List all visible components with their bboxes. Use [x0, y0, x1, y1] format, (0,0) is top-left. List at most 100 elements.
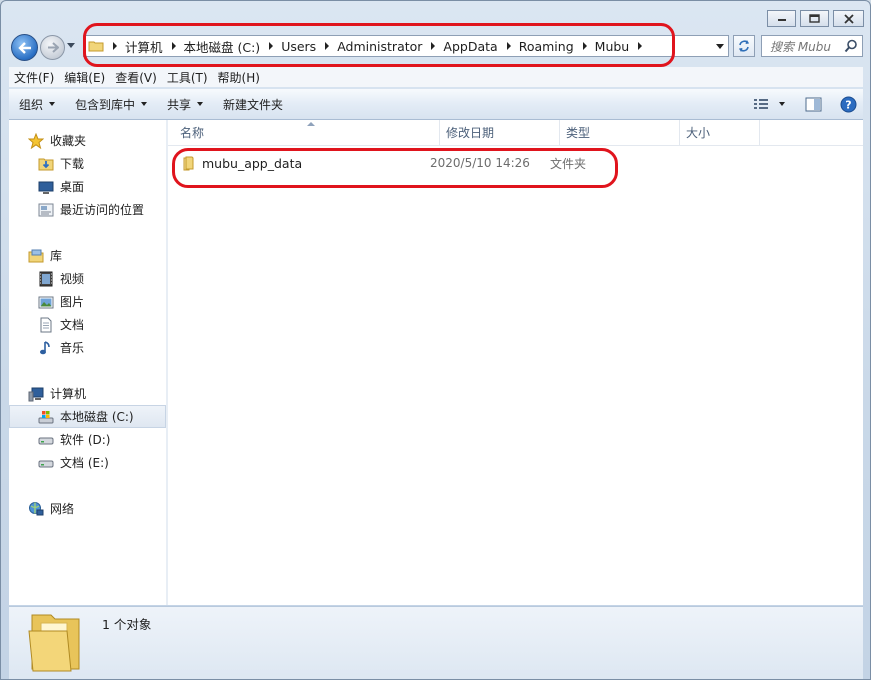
breadcrumb-item[interactable]: Administrator — [316, 36, 422, 56]
preview-pane-button[interactable] — [805, 97, 822, 112]
chevron-right-icon[interactable] — [506, 42, 511, 50]
include-library-label: 包含到库中 — [75, 97, 136, 112]
sidebar-item-downloads[interactable]: 下载 — [9, 152, 166, 175]
sidebar-item-label: 软件 (D:) — [60, 433, 111, 447]
sidebar-item-music[interactable]: 音乐 — [9, 336, 166, 359]
menu-view[interactable]: 查看(V) — [110, 69, 162, 86]
breadcrumb-label[interactable]: 计算机 — [125, 37, 163, 56]
sidebar-item-label: 计算机 — [50, 387, 87, 401]
sidebar-item-favorites[interactable]: 收藏夹 — [9, 129, 166, 152]
maximize-icon — [809, 14, 820, 23]
breadcrumb-item[interactable]: 本地磁盘 (C:) — [163, 36, 261, 56]
chevron-right-icon[interactable] — [113, 42, 117, 50]
details-pane: 1 个对象 — [9, 606, 863, 679]
organize-button[interactable]: 组织 — [9, 89, 65, 119]
chevron-down-icon — [49, 102, 56, 106]
video-icon — [38, 271, 54, 287]
help-button[interactable]: ? — [840, 96, 857, 113]
sidebar-item-desktop[interactable]: 桌面 — [9, 175, 166, 198]
chevron-right-icon[interactable] — [171, 42, 176, 50]
breadcrumb-item[interactable]: Users — [260, 36, 316, 56]
column-header-size[interactable]: 大小 — [680, 120, 760, 145]
breadcrumb-item[interactable]: AppData — [422, 36, 498, 56]
new-folder-label: 新建文件夹 — [223, 97, 284, 112]
address-bar[interactable]: 计算机 本地磁盘 (C:) Users Administrator AppDat… — [83, 35, 729, 57]
sidebar-item-label: 文档 — [60, 318, 85, 332]
minimize-button[interactable] — [767, 10, 796, 27]
column-header-type[interactable]: 类型 — [560, 120, 680, 145]
breadcrumb-label[interactable]: AppData — [443, 39, 497, 54]
breadcrumb-label[interactable]: Roaming — [519, 39, 574, 54]
file-date: 2020/5/10 14:26 — [430, 156, 530, 170]
sidebar-item-libraries[interactable]: 库 — [9, 244, 166, 267]
preview-pane-icon — [805, 97, 822, 111]
forward-button[interactable] — [40, 35, 65, 60]
chevron-down-icon — [197, 102, 204, 106]
share-button[interactable]: 共享 — [157, 89, 213, 119]
chevron-right-icon[interactable] — [638, 42, 643, 50]
menu-bar: 文件(F) 编辑(E) 查看(V) 工具(T) 帮助(H) — [9, 67, 863, 87]
sidebar-item-documents[interactable]: 文档 — [9, 313, 166, 336]
file-row[interactable]: mubu_app_data 2020/5/10 14:26 文件夹 — [180, 152, 620, 174]
breadcrumb-label[interactable]: Mubu — [595, 39, 630, 54]
breadcrumb-label[interactable]: 本地磁盘 (C:) — [184, 37, 261, 56]
sidebar-item-computer[interactable]: 计算机 — [9, 382, 166, 405]
recent-pages-dropdown[interactable] — [67, 43, 75, 48]
computer-group: 计算机 本地磁盘 (C:) 软件 (D:) 文档 (E:) — [9, 382, 166, 474]
breadcrumb-label[interactable]: Users — [281, 39, 316, 54]
sidebar-item-pictures[interactable]: 图片 — [9, 290, 166, 313]
menu-edit[interactable]: 编辑(E) — [59, 69, 110, 86]
sidebar-item-videos[interactable]: 视频 — [9, 267, 166, 290]
breadcrumb-item[interactable]: Roaming — [498, 36, 574, 56]
sidebar-item-local-disk-c[interactable]: 本地磁盘 (C:) — [9, 405, 166, 428]
search-input[interactable] — [768, 37, 842, 57]
back-button[interactable] — [11, 34, 38, 61]
column-header-name[interactable]: 名称 — [168, 120, 440, 145]
forward-arrow-icon — [47, 42, 59, 53]
file-type: 文件夹 — [550, 156, 587, 171]
menu-file[interactable]: 文件(F) — [9, 69, 59, 86]
drive-icon — [38, 432, 54, 448]
breadcrumb-item[interactable]: 计算机 — [104, 36, 163, 56]
sidebar-item-recent-places[interactable]: 最近访问的位置 — [9, 198, 166, 221]
sidebar-item-label: 库 — [50, 249, 63, 263]
refresh-button[interactable] — [733, 35, 755, 57]
chevron-down-icon — [779, 102, 785, 106]
star-icon — [28, 132, 44, 149]
menu-help[interactable]: 帮助(H) — [213, 69, 265, 86]
sidebar-item-label: 收藏夹 — [50, 134, 87, 148]
chevron-right-icon[interactable] — [325, 42, 330, 50]
chevron-right-icon[interactable] — [431, 42, 436, 50]
maximize-button[interactable] — [800, 10, 829, 27]
sidebar-item-drive-d[interactable]: 软件 (D:) — [9, 428, 166, 451]
view-options-button[interactable] — [753, 97, 785, 111]
downloads-folder-icon — [38, 156, 54, 172]
chevron-down-icon — [141, 102, 148, 106]
include-in-library-button[interactable]: 包含到库中 — [65, 89, 157, 119]
help-icon: ? — [840, 96, 857, 112]
search-box[interactable] — [761, 35, 863, 57]
explorer-window: 计算机 本地磁盘 (C:) Users Administrator AppDat… — [0, 0, 871, 680]
folder-icon — [28, 614, 80, 672]
music-icon — [38, 340, 54, 356]
command-bar-right: ? — [741, 89, 857, 119]
sidebar-item-label: 下载 — [60, 157, 85, 171]
sidebar-item-network[interactable]: 网络 — [9, 497, 166, 520]
column-label: 修改日期 — [446, 126, 495, 140]
network-icon — [28, 501, 44, 517]
chevron-right-icon[interactable] — [582, 42, 587, 50]
new-folder-button[interactable]: 新建文件夹 — [213, 89, 293, 119]
organize-label: 组织 — [19, 97, 44, 112]
search-icon[interactable] — [844, 39, 858, 53]
computer-icon — [28, 386, 44, 402]
column-header-date[interactable]: 修改日期 — [440, 120, 560, 145]
address-history-dropdown[interactable] — [716, 44, 724, 49]
sidebar-item-drive-e[interactable]: 文档 (E:) — [9, 451, 166, 474]
column-label: 名称 — [180, 126, 205, 140]
menu-tools[interactable]: 工具(T) — [162, 69, 213, 86]
chevron-right-icon[interactable] — [269, 42, 274, 50]
breadcrumb-item[interactable]: Mubu — [574, 36, 651, 56]
recent-places-icon — [38, 202, 54, 218]
breadcrumb-label[interactable]: Administrator — [337, 39, 422, 54]
close-button[interactable] — [833, 10, 864, 27]
